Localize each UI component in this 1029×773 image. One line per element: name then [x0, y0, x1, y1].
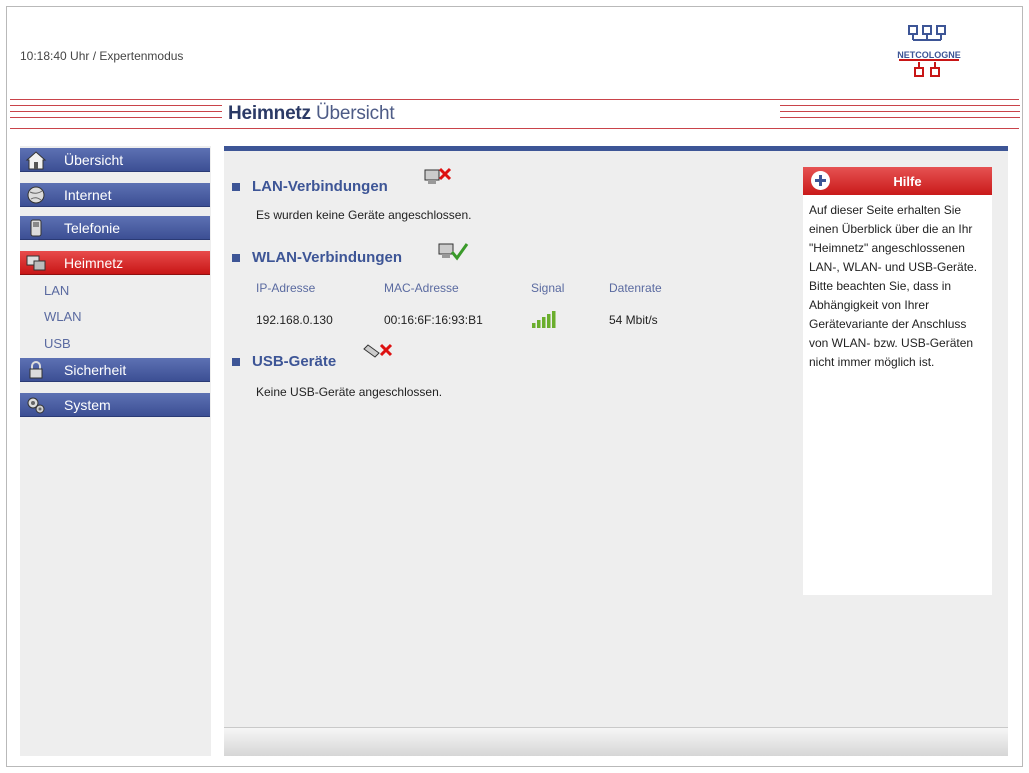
lan-title-text: LAN-Verbindungen — [252, 178, 388, 195]
signal-bar — [532, 323, 536, 328]
section-bullet — [232, 357, 240, 366]
wlan-section-title: WLAN-Verbindungen — [232, 249, 402, 266]
help-text: Auf dieser Seite erhalten Sie einen Über… — [809, 203, 978, 369]
sidebar: Übersicht Internet Telefonie Heimnetz LA… — [20, 146, 211, 756]
network-icon — [23, 252, 49, 274]
sidebar-item-label: System — [64, 396, 111, 413]
sidebar-item-internet[interactable]: Internet — [20, 183, 210, 207]
sidebar-item-telefonie[interactable]: Telefonie — [20, 216, 210, 240]
help-panel: Hilfe Auf dieser Seite erhalten Sie eine… — [803, 167, 992, 595]
lan-status-text: Es wurden keine Geräte angeschlossen. — [256, 208, 472, 222]
signal-bar — [542, 317, 546, 328]
sidebar-subitem-wlan[interactable]: WLAN — [44, 309, 82, 324]
sidebar-subitem-usb[interactable]: USB — [44, 336, 71, 351]
lan-section-title: LAN-Verbindungen — [232, 178, 388, 195]
signal-bar — [547, 314, 551, 328]
content-top-bar — [224, 146, 1008, 151]
logo-text: NETCOLOGNE — [897, 50, 961, 60]
usb-error-icon — [363, 343, 393, 358]
title-band-left — [10, 97, 222, 129]
column-header-signal: Signal — [531, 281, 565, 295]
help-header[interactable]: Hilfe — [803, 167, 992, 195]
gears-icon — [23, 394, 49, 416]
sidebar-item-sicherheit[interactable]: Sicherheit — [20, 358, 210, 382]
sidebar-item-system[interactable]: System — [20, 393, 210, 417]
network-error-icon — [424, 167, 452, 184]
wlan-title-text: WLAN-Verbindungen — [252, 249, 402, 266]
table-cell-rate: 54 Mbit/s — [609, 313, 658, 327]
help-title: Hilfe — [893, 174, 922, 189]
usb-status-text: Keine USB-Geräte angeschlossen. — [256, 385, 443, 399]
status-text: 10:18:40 Uhr / Expertenmodus — [20, 49, 184, 63]
signal-strength-icon — [532, 311, 556, 328]
content-footer-bar — [224, 727, 1008, 756]
page-title-rest: Übersicht — [315, 103, 395, 124]
table-cell-ip: 192.168.0.130 — [256, 313, 333, 327]
page-title-bold: Heimnetz — [228, 103, 311, 124]
sidebar-item-label: Telefonie — [64, 219, 121, 236]
table-cell-mac: 00:16:6F:16:93:B1 — [384, 313, 483, 327]
signal-bar — [552, 311, 556, 328]
network-ok-icon — [438, 243, 469, 261]
globe-icon — [23, 184, 49, 206]
signal-bar — [537, 320, 541, 328]
sidebar-item-label: Internet — [64, 186, 112, 203]
usb-section-title: USB-Geräte — [232, 353, 336, 370]
phone-icon — [23, 217, 49, 239]
column-header-mac: MAC-Adresse — [384, 281, 459, 295]
section-bullet — [232, 253, 240, 262]
sidebar-subitem-lan[interactable]: LAN — [44, 283, 69, 298]
lock-icon — [23, 359, 49, 381]
column-header-ip: IP-Adresse — [256, 281, 316, 295]
column-header-rate: Datenrate — [609, 281, 662, 295]
usb-title-text: USB-Geräte — [252, 353, 337, 370]
sidebar-item-label: Sicherheit — [64, 361, 127, 378]
home-icon — [23, 149, 49, 171]
section-bullet — [232, 182, 240, 191]
sidebar-item-heimnetz[interactable]: Heimnetz — [20, 251, 210, 275]
title-band-right — [780, 97, 1020, 129]
netcologne-logo: NETCOLOGNE — [897, 25, 961, 77]
sidebar-item-label: Heimnetz — [64, 254, 124, 271]
page-title: Heimnetz Übersicht — [228, 103, 395, 125]
sidebar-item-label: Übersicht — [64, 151, 124, 168]
sidebar-item-uebersicht[interactable]: Übersicht — [20, 148, 210, 172]
